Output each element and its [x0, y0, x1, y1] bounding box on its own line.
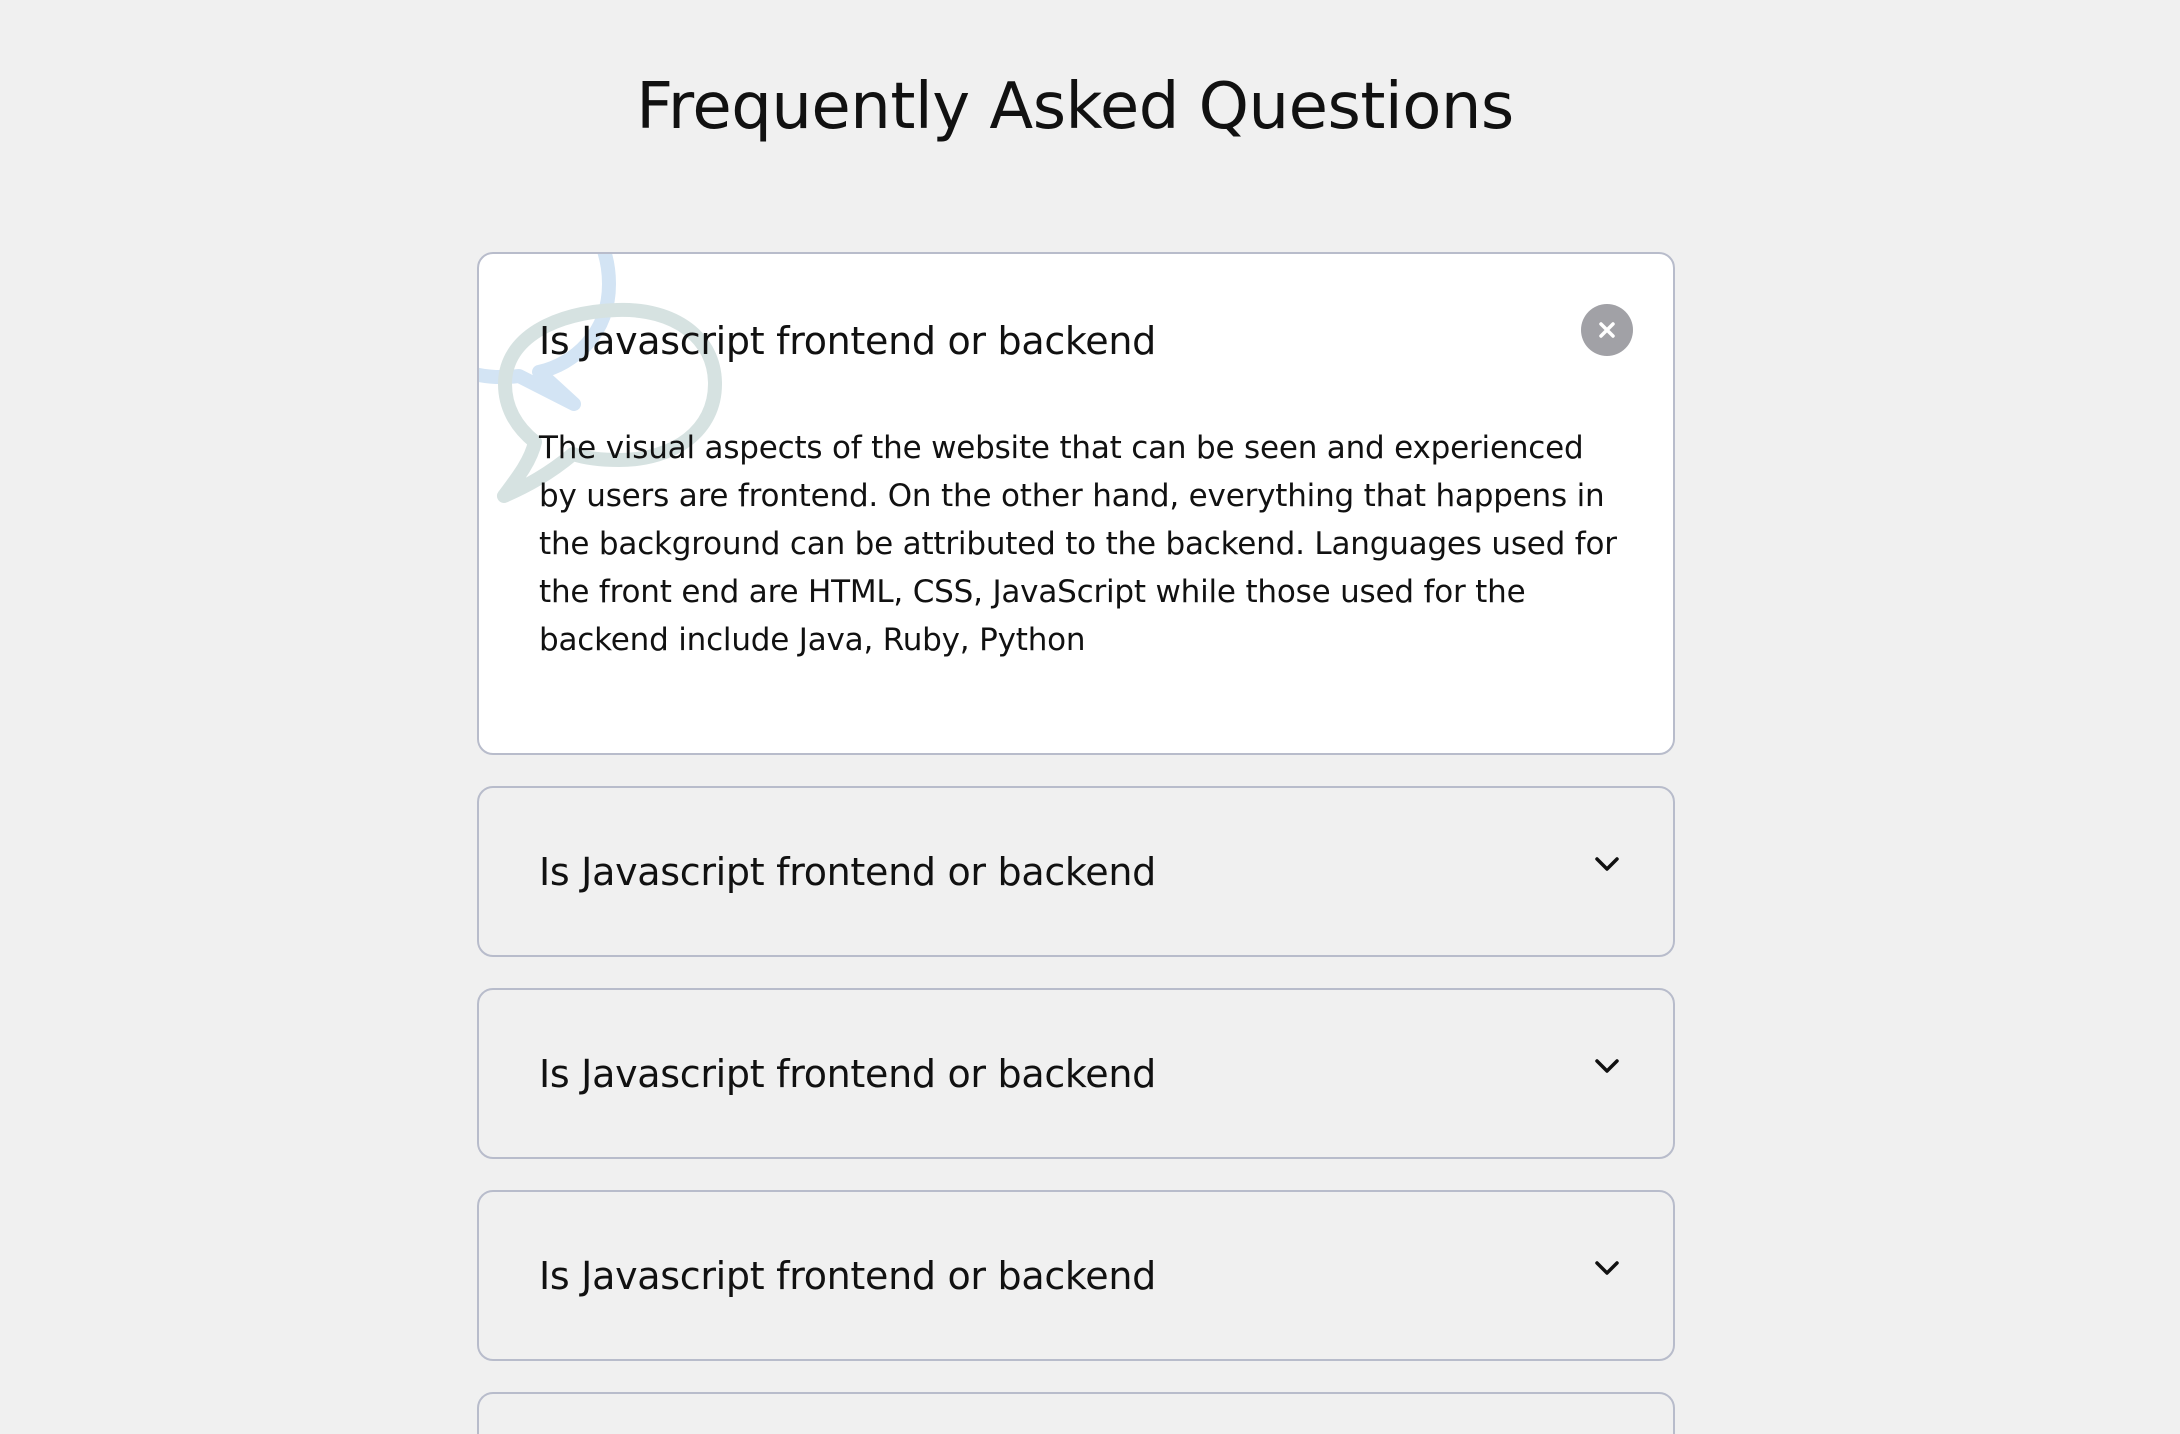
chevron-down-icon: [1595, 1059, 1619, 1073]
faq-item[interactable]: Is Javascript frontend or backend: [477, 1190, 1675, 1361]
chevron-down-icon: [1595, 1261, 1619, 1275]
page-title: Frequently Asked Questions: [636, 70, 1514, 144]
faq-page: Frequently Asked Questions Is Javascript…: [0, 0, 2180, 1434]
close-icon: [1599, 322, 1615, 338]
close-button[interactable]: [1581, 304, 1633, 356]
faq-question: Is Javascript frontend or backend: [539, 319, 1156, 363]
faq-list: Is Javascript frontend or backend The vi…: [477, 252, 1675, 1434]
faq-item[interactable]: [477, 1392, 1675, 1434]
toggle-button[interactable]: [1581, 1248, 1633, 1288]
faq-question: Is Javascript frontend or backend: [539, 1052, 1156, 1096]
faq-item[interactable]: Is Javascript frontend or backend: [477, 988, 1675, 1159]
faq-answer: The visual aspects of the website that c…: [539, 430, 1617, 658]
faq-item[interactable]: Is Javascript frontend or backend: [477, 786, 1675, 957]
chevron-down-icon: [1595, 857, 1619, 871]
faq-item[interactable]: Is Javascript frontend or backend The vi…: [477, 252, 1675, 755]
toggle-button[interactable]: [1581, 1046, 1633, 1086]
faq-question: Is Javascript frontend or backend: [539, 850, 1156, 894]
toggle-button[interactable]: [1581, 844, 1633, 884]
faq-question: Is Javascript frontend or backend: [539, 1254, 1156, 1298]
